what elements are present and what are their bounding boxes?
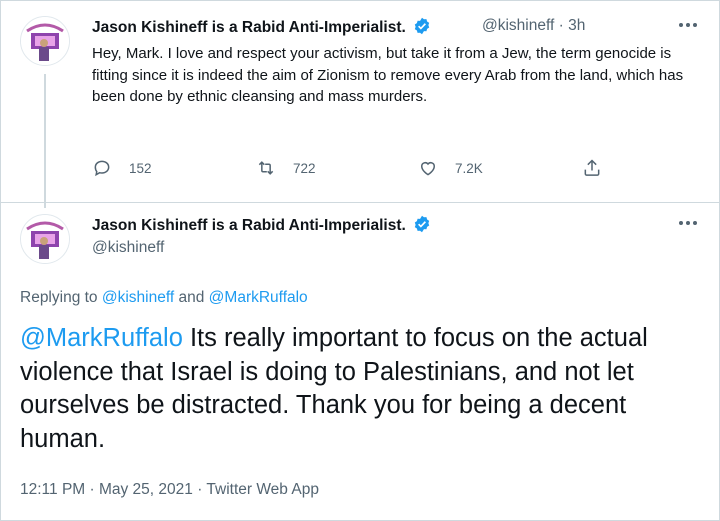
retweet-icon <box>258 161 274 175</box>
more-options-icon[interactable] <box>678 20 700 30</box>
tweet-metadata[interactable]: 12:11 PM · May 25, 2021 · Twitter Web Ap… <box>20 481 319 499</box>
tweet-divider <box>0 202 720 203</box>
separator: · <box>554 17 569 34</box>
replying-to-link[interactable]: @kishineff <box>102 289 174 306</box>
display-name-text[interactable]: Jason Kishineff is a Rabid Anti-Imperial… <box>92 19 406 36</box>
tweet-actions: 152 722 7.2K <box>0 158 720 182</box>
avatar-image <box>21 215 69 263</box>
avatar-image <box>21 17 69 65</box>
replying-to-link[interactable]: @MarkRuffalo <box>209 289 308 306</box>
handle[interactable]: @kishineff <box>482 17 554 34</box>
more-options-icon[interactable] <box>678 218 700 228</box>
tweet-text: @MarkRuffalo Its really important to foc… <box>20 322 700 456</box>
thread-connector <box>44 74 46 208</box>
handle-and-time: @kishineff · 3h <box>482 17 585 35</box>
replying-prefix: Replying to <box>20 289 102 306</box>
display-name-text[interactable]: Jason Kishineff is a Rabid Anti-Imperial… <box>92 217 406 234</box>
tweet-text: Hey, Mark. I love and respect your activ… <box>92 45 684 105</box>
mention-link[interactable]: @MarkRuffalo <box>20 324 183 352</box>
verified-badge-icon <box>413 215 431 238</box>
avatar[interactable] <box>20 214 70 264</box>
reply-count: 152 <box>129 160 152 176</box>
timestamp[interactable]: 3h <box>568 17 585 34</box>
like-button[interactable]: 7.2K <box>418 158 483 178</box>
retweet-button[interactable]: 722 <box>256 158 316 178</box>
display-name[interactable]: Jason Kishineff is a Rabid Anti-Imperial… <box>92 17 431 40</box>
verified-badge-icon <box>413 17 431 40</box>
share-icon <box>584 159 600 176</box>
avatar[interactable] <box>20 16 70 66</box>
reply-icon <box>94 160 110 177</box>
replying-and: and <box>174 289 209 306</box>
retweet-count: 722 <box>293 160 316 176</box>
share-button[interactable] <box>582 158 619 178</box>
reply-button[interactable]: 152 <box>92 158 152 178</box>
like-icon <box>421 162 435 176</box>
display-name[interactable]: Jason Kishineff is a Rabid Anti-Imperial… <box>92 215 431 238</box>
handle[interactable]: @kishineff <box>92 239 164 257</box>
like-count: 7.2K <box>455 160 483 176</box>
replying-to: Replying to @kishineff and @MarkRuffalo <box>20 289 308 307</box>
